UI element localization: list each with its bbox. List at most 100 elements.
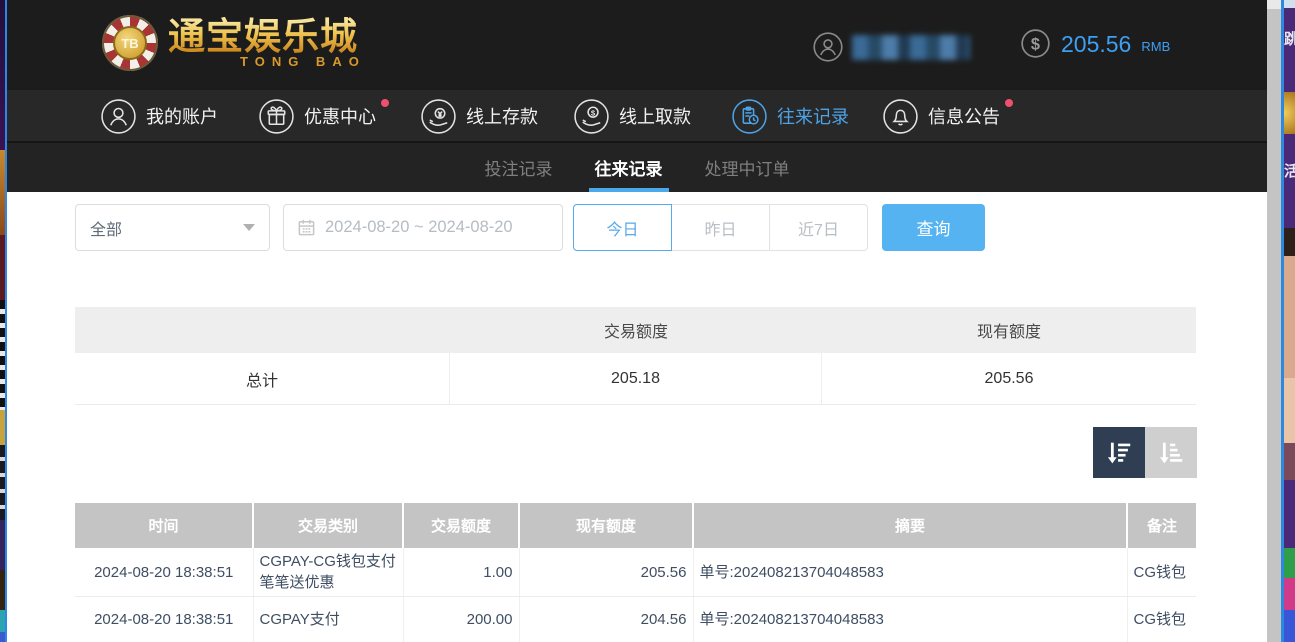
nav-item-transaction-records[interactable]: 往来记录 [731, 97, 849, 135]
col-header-balance: 现有额度 [519, 503, 693, 548]
user-icon [100, 98, 137, 135]
nav-label: 线上存款 [466, 103, 538, 129]
notification-dot [1005, 99, 1013, 107]
sort-asc-icon [1156, 438, 1186, 468]
bg-fragment [0, 0, 5, 150]
brand-subtitle: TONG BAO [240, 54, 366, 69]
main-navigation: 我的账户 优惠中心 [7, 90, 1267, 141]
sort-ascending-button[interactable] [1145, 427, 1197, 478]
notification-dot [381, 99, 389, 107]
sort-desc-icon [1104, 438, 1134, 468]
balance-amount: 205.56 [1061, 29, 1131, 59]
cell-type: CGPAY支付 [253, 597, 403, 642]
tab-processing-orders[interactable]: 处理中订单 [705, 143, 790, 192]
records-icon [731, 98, 768, 135]
sort-descending-button[interactable] [1093, 427, 1145, 478]
cell-balance: 204.56 [519, 597, 693, 642]
main-window: TB 通宝娱乐城 TONG BAO $ [7, 0, 1267, 642]
chip-monogram: TB [113, 26, 147, 60]
bg-fragment [0, 610, 5, 632]
last-7-days-button[interactable]: 近7日 [769, 204, 868, 251]
bg-fragment [0, 445, 5, 520]
bg-fragment [1284, 548, 1295, 642]
nav-item-deposit[interactable]: 线上存款 [420, 97, 538, 135]
nav-item-announcements[interactable]: 信息公告 [882, 97, 1000, 135]
cell-amount: 200.00 [403, 597, 519, 642]
table-row: 2024-08-20 18:38:51 CGPAY支付 200.00 204.5… [75, 597, 1196, 642]
bg-fragment [0, 300, 5, 410]
bg-fragment [1284, 92, 1295, 134]
sort-controls [1093, 427, 1197, 478]
table-row: 2024-08-20 18:38:51 CGPAY-CG钱包支付笔笔送优惠 1.… [75, 548, 1196, 597]
type-select-value: 全部 [90, 216, 122, 240]
summary-header-empty [75, 307, 450, 353]
today-button[interactable]: 今日 [573, 204, 672, 251]
yesterday-button[interactable]: 昨日 [671, 204, 770, 251]
brand-logo[interactable]: TB 通宝娱乐城 TONG BAO [102, 15, 366, 71]
svg-text:$: $ [591, 108, 596, 117]
bg-fragment [0, 150, 5, 235]
bg-glyph-fragment: 活 [1284, 160, 1295, 180]
col-header-summary: 摘要 [693, 503, 1127, 548]
poker-chip-logo: TB [102, 15, 158, 71]
person-icon [812, 31, 844, 63]
records-table: 时间 交易类别 交易额度 现有额度 摘要 备注 2024-08-20 18:38… [75, 503, 1196, 642]
summary-total-label: 总计 [75, 353, 450, 404]
background-right-strip: 跳 活 [1281, 0, 1295, 642]
bg-fragment [0, 235, 5, 300]
summary-total-row: 总计 205.18 205.56 [75, 353, 1196, 405]
cell-time: 2024-08-20 18:38:51 [75, 548, 253, 597]
brand-title: 通宝娱乐城 [168, 17, 366, 57]
date-range-input[interactable]: 2024-08-20 ~ 2024-08-20 [283, 204, 563, 251]
nav-item-my-account[interactable]: 我的账户 [100, 97, 218, 135]
date-range-value: 2024-08-20 ~ 2024-08-20 [325, 218, 513, 237]
cell-summary: 单号:202408213704048583 [693, 597, 1127, 642]
nav-label: 优惠中心 [304, 103, 376, 129]
background-left-strip [0, 0, 7, 642]
summary-header-balance: 现有额度 [822, 307, 1196, 353]
dollar-icon: $ [1020, 28, 1051, 59]
caret-down-icon [243, 224, 255, 231]
cell-remark: CG钱包 [1127, 548, 1196, 597]
bg-fragment [0, 410, 5, 445]
nav-label: 线上取款 [619, 103, 691, 129]
summary-total-balance: 205.56 [822, 353, 1196, 404]
summary-total-transaction: 205.18 [450, 353, 822, 404]
tab-transaction-records[interactable]: 往来记录 [595, 143, 663, 192]
calendar-icon [297, 218, 316, 237]
quick-date-buttons: 今日 昨日 近7日 [573, 204, 868, 251]
cell-time: 2024-08-20 18:38:51 [75, 597, 253, 642]
top-header: TB 通宝娱乐城 TONG BAO $ [7, 0, 1267, 90]
deposit-icon [420, 98, 457, 135]
summary-header-transaction: 交易额度 [450, 307, 822, 353]
cell-summary: 单号:202408213704048583 [693, 548, 1127, 597]
bg-fragment [1284, 228, 1295, 480]
nav-label: 我的账户 [146, 103, 218, 129]
vertical-scrollbar[interactable] [1267, 0, 1281, 642]
bg-glyph-fragment: 跳 [1284, 28, 1295, 48]
svg-text:$: $ [1031, 36, 1040, 54]
scrollbar-thumb[interactable] [1267, 9, 1281, 642]
col-header-remark: 备注 [1127, 503, 1196, 548]
tab-betting-records[interactable]: 投注记录 [485, 143, 553, 192]
search-button[interactable]: 查询 [882, 204, 985, 251]
bell-icon [882, 98, 919, 135]
cell-amount: 1.00 [403, 548, 519, 597]
summary-table: 交易额度 现有额度 总计 205.18 205.56 [75, 307, 1196, 405]
col-header-type: 交易类别 [253, 503, 403, 548]
bg-fragment [0, 632, 5, 642]
balance-display[interactable]: $ 205.56 RMB [1020, 28, 1170, 59]
balance-currency: RMB [1141, 35, 1170, 59]
brand-text: 通宝娱乐城 TONG BAO [168, 17, 366, 69]
records-header-row: 时间 交易类别 交易额度 现有额度 摘要 备注 [75, 503, 1196, 548]
nav-item-withdraw[interactable]: $ 线上取款 [573, 97, 691, 135]
type-select-dropdown[interactable]: 全部 [75, 204, 270, 251]
page: TB 通宝娱乐城 TONG BAO $ [0, 0, 1295, 642]
username-redacted [852, 35, 970, 60]
nav-item-promotions[interactable]: 优惠中心 [258, 97, 376, 135]
col-header-amount: 交易额度 [403, 503, 519, 548]
col-header-time: 时间 [75, 503, 253, 548]
user-account[interactable] [812, 31, 970, 63]
summary-header-row: 交易额度 现有额度 [75, 307, 1196, 353]
cell-remark: CG钱包 [1127, 597, 1196, 642]
